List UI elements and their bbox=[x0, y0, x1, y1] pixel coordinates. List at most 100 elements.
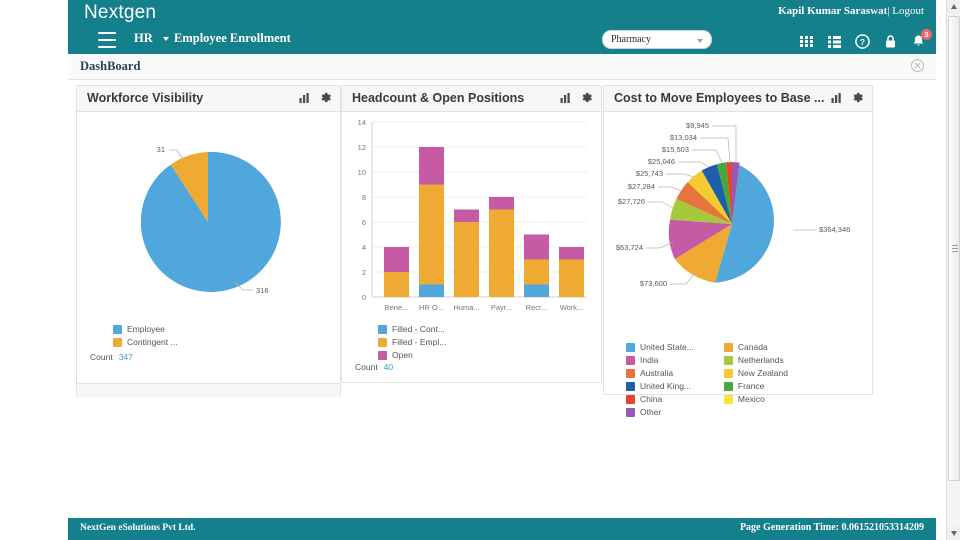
legend-swatch bbox=[723, 342, 733, 352]
legend-item[interactable]: Employee bbox=[113, 324, 209, 334]
gear-icon[interactable] bbox=[319, 91, 332, 109]
list-view-icon[interactable] bbox=[827, 34, 842, 49]
y-tick-label: 12 bbox=[358, 143, 366, 152]
legend-label: Contingent ... bbox=[127, 337, 178, 347]
panel-title: Workforce Visibility bbox=[87, 91, 204, 105]
legend-item[interactable]: Contingent ... bbox=[113, 337, 213, 347]
apps-grid-icon[interactable] bbox=[799, 34, 814, 49]
headcount-legend: Filled - Cont... Filled - Empl... Open bbox=[378, 324, 578, 363]
legend-label: Filled - Empl... bbox=[392, 337, 447, 347]
pie-value-label: $27,284 bbox=[628, 182, 655, 191]
legend-item[interactable]: United State... bbox=[626, 342, 694, 352]
cost-legend-column-2: Canada Netherlands New Zealand France Me… bbox=[723, 342, 798, 420]
pie-value-label: $15,503 bbox=[662, 145, 689, 154]
chart-type-icon[interactable] bbox=[560, 91, 572, 109]
bar-group[interactable] bbox=[384, 247, 409, 297]
user-separator: | bbox=[887, 5, 890, 17]
app-footer: NextGen eSolutions Pvt Ltd. Page Generat… bbox=[68, 518, 936, 540]
bar-group[interactable] bbox=[419, 147, 444, 297]
logout-link[interactable]: Logout bbox=[892, 5, 924, 17]
legend-item[interactable]: China bbox=[626, 394, 694, 404]
bar-group[interactable] bbox=[489, 197, 514, 297]
workforce-pie-chart[interactable]: 31 316 bbox=[77, 112, 340, 312]
pie-value-label: $73,600 bbox=[640, 279, 667, 288]
gear-icon[interactable] bbox=[580, 91, 593, 109]
legend-item[interactable]: Canada bbox=[723, 342, 788, 352]
module-select[interactable]: Pharmacy bbox=[602, 30, 712, 49]
legend-item[interactable]: Filled - Cont... bbox=[378, 324, 470, 334]
panel-header: Cost to Move Employees to Base ... bbox=[604, 86, 872, 112]
scroll-down-arrow-icon[interactable] bbox=[947, 526, 960, 540]
y-tick-label: 2 bbox=[362, 268, 366, 277]
scrollbar-thumb[interactable] bbox=[948, 16, 960, 481]
legend-swatch bbox=[723, 394, 733, 404]
notifications-bell-icon[interactable]: 3 bbox=[911, 28, 932, 49]
chart-type-icon[interactable] bbox=[299, 91, 311, 109]
x-tick-label: Bene... bbox=[385, 303, 409, 312]
headcount-count-row: Count 40 bbox=[355, 362, 393, 372]
legend-label: Mexico bbox=[737, 394, 765, 404]
footer-generation-time: Page Generation Time: 0.061521053314209 bbox=[739, 522, 924, 533]
pie-value-label: $364,346 bbox=[819, 225, 850, 234]
panel-below-partial bbox=[76, 383, 341, 397]
nav-item-hr[interactable]: HR bbox=[134, 31, 153, 46]
nav-item-employee-enrollment[interactable]: Employee Enrollment bbox=[174, 31, 291, 46]
legend-swatch bbox=[626, 407, 635, 417]
legend-item[interactable]: United King... bbox=[626, 381, 694, 391]
legend-label: Netherlands bbox=[737, 355, 784, 365]
legend-swatch bbox=[378, 324, 387, 334]
legend-item[interactable]: Open bbox=[378, 350, 470, 360]
x-tick-label: Recr... bbox=[526, 303, 548, 312]
page-title: DashBoard bbox=[80, 59, 141, 73]
legend-swatch bbox=[626, 381, 635, 391]
legend-swatch bbox=[626, 368, 635, 378]
brand-logo[interactable]: Nextgen bbox=[84, 2, 156, 24]
legend-label: United King... bbox=[640, 381, 692, 391]
legend-item[interactable]: India bbox=[626, 355, 694, 365]
headcount-bar-chart[interactable]: 14 12 10 8 6 4 2 0 Bene... HR O... Huma.… bbox=[342, 112, 601, 327]
user-bar: Kapil Kumar Saraswat| Logout bbox=[778, 5, 924, 17]
chart-type-icon[interactable] bbox=[831, 91, 843, 109]
legend-item[interactable]: Other bbox=[626, 407, 694, 417]
bar-group[interactable] bbox=[524, 234, 549, 298]
chevron-down-icon[interactable] bbox=[163, 37, 169, 41]
legend-label: Open bbox=[392, 350, 413, 360]
bar-group[interactable] bbox=[454, 209, 479, 298]
panel-body: 31 316 Employee Contingent ... Count 347 bbox=[77, 112, 340, 385]
y-tick-label: 4 bbox=[362, 243, 366, 252]
pie-value-label: $27,726 bbox=[618, 197, 645, 206]
pie-value-label: $25,046 bbox=[648, 157, 675, 166]
legend-item[interactable]: New Zealand bbox=[723, 368, 788, 378]
help-icon[interactable]: ? bbox=[855, 33, 870, 49]
legend-item[interactable]: France bbox=[723, 381, 788, 391]
panel-workforce-visibility: Workforce Visibility 31 316 Employee Con… bbox=[76, 85, 341, 385]
y-tick-label: 8 bbox=[362, 193, 366, 202]
hamburger-menu-icon[interactable] bbox=[98, 32, 116, 48]
page-titlebar: DashBoard bbox=[68, 54, 936, 80]
cost-pie-chart[interactable]: $9,945 $13,034 $15,503 $25,046 $25,743 $… bbox=[604, 112, 872, 324]
lock-icon[interactable] bbox=[883, 34, 898, 49]
user-name: Kapil Kumar Saraswat bbox=[778, 5, 888, 17]
panel-headcount-open-positions: Headcount & Open Positions 14 12 10 8 6 … bbox=[341, 85, 602, 383]
scroll-up-arrow-icon[interactable] bbox=[947, 0, 960, 14]
legend-item[interactable]: Filled - Empl... bbox=[378, 337, 473, 347]
left-gutter bbox=[0, 0, 68, 540]
legend-swatch bbox=[378, 337, 387, 347]
page-scrollbar[interactable] bbox=[946, 0, 960, 540]
legend-item[interactable]: Australia bbox=[626, 368, 694, 378]
panel-tools bbox=[831, 91, 864, 109]
legend-label: Filled - Cont... bbox=[392, 324, 445, 334]
y-tick-label: 0 bbox=[362, 293, 366, 302]
legend-item[interactable]: Mexico bbox=[723, 394, 788, 404]
legend-label: New Zealand bbox=[737, 368, 788, 378]
legend-swatch bbox=[723, 381, 733, 391]
legend-item[interactable]: Netherlands bbox=[723, 355, 788, 365]
legend-swatch bbox=[626, 342, 635, 352]
legend-swatch bbox=[378, 350, 387, 360]
x-tick-label: Work... bbox=[560, 303, 584, 312]
legend-label: Other bbox=[640, 407, 662, 417]
bar-group[interactable] bbox=[559, 247, 584, 297]
count-value: 40 bbox=[383, 362, 394, 372]
gear-icon[interactable] bbox=[851, 91, 864, 109]
close-icon[interactable] bbox=[911, 59, 924, 72]
